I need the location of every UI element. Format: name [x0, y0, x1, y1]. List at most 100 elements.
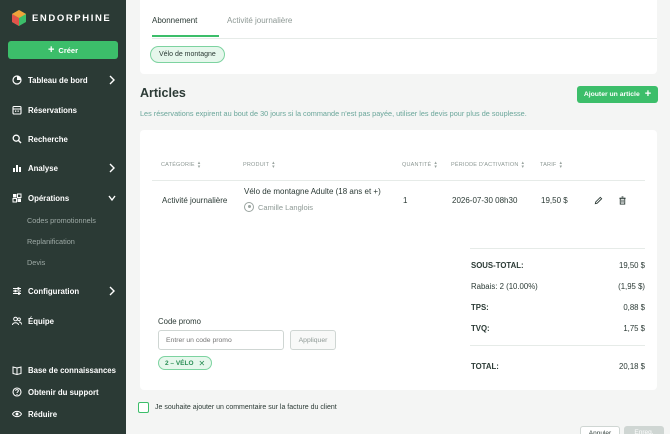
- brand-logo[interactable]: ENDORPHINE: [12, 10, 111, 26]
- tps-value: 0,88 $: [623, 303, 645, 312]
- subtotal-value: 19,50 $: [618, 261, 645, 270]
- column-header-product[interactable]: PRODUIT ▴ ▾: [243, 160, 275, 170]
- plus-icon: +: [644, 88, 652, 100]
- sidebar-item-dashboard[interactable]: Tableau de bord: [0, 71, 126, 89]
- sort-icon: ▴ ▾: [434, 160, 438, 170]
- tvq-label: TVQ:: [471, 324, 490, 333]
- sidebar-item-collapse[interactable]: Réduire: [0, 405, 126, 423]
- total-value: 20,18 $: [618, 362, 645, 371]
- expiration-info: Les réservations expirent au bout de 30 …: [140, 109, 527, 118]
- tvq-value: 1,75 $: [623, 324, 645, 333]
- sidebar-item-label: Tableau de bord: [28, 75, 88, 85]
- column-header-quantity[interactable]: QUANTITÉ ▴ ▾: [402, 160, 438, 170]
- sliders-icon: [13, 287, 21, 295]
- comment-label: Je souhaite ajouter un commentaire sur l…: [155, 404, 337, 411]
- sort-icon: ▴ ▾: [521, 160, 525, 170]
- create-button[interactable]: + Créer: [8, 41, 118, 59]
- tab-daily-activity[interactable]: Activité journalière: [227, 16, 292, 25]
- add-article-button[interactable]: Ajouter un article +: [577, 86, 658, 103]
- sidebar-item-reservations[interactable]: Réservations: [0, 101, 126, 119]
- chevron-right-icon: [109, 163, 115, 173]
- eye-icon: [12, 410, 22, 418]
- sidebar-subitem-rescheduling[interactable]: Replanification: [27, 237, 75, 246]
- sidebar-item-analyse[interactable]: Analyse: [0, 159, 126, 177]
- sidebar-item-label: Analyse: [28, 163, 58, 173]
- sort-icon: ▴ ▾: [197, 160, 201, 170]
- sidebar-item-label: Base de connaissances: [28, 365, 116, 375]
- user-icon: [244, 202, 254, 212]
- applied-promo-chip: 2 – VÉLO ✕: [158, 356, 213, 370]
- sidebar-item-team[interactable]: Équipe: [0, 312, 126, 330]
- sidebar-item-configuration[interactable]: Configuration: [0, 282, 126, 300]
- book-icon: [12, 366, 22, 375]
- sidebar-item-operations[interactable]: Opérations: [0, 189, 126, 207]
- sort-icon: ▴ ▾: [272, 160, 275, 170]
- dashboard-icon: [12, 75, 22, 85]
- sidebar-item-label: Opérations: [28, 193, 70, 203]
- create-label: Créer: [58, 45, 79, 55]
- comment-checkbox[interactable]: [138, 402, 149, 413]
- save-button[interactable]: Enreg.: [624, 426, 664, 434]
- header-divider: [152, 180, 645, 181]
- brand-name: ENDORPHINE: [32, 12, 112, 24]
- tab-divider: [152, 38, 657, 39]
- articles-title: Articles: [140, 86, 186, 100]
- column-header-category[interactable]: CATÉGORIE ▴ ▾: [161, 160, 201, 170]
- tps-label: TPS:: [471, 303, 489, 312]
- calendar-icon: [12, 105, 22, 115]
- discount-value: (1,95 $): [618, 282, 645, 291]
- trash-icon[interactable]: [618, 196, 627, 205]
- team-icon: [12, 316, 22, 326]
- sidebar-subitem-quotes[interactable]: Devis: [27, 258, 45, 267]
- sidebar-item-label: Configuration: [28, 286, 80, 296]
- add-article-label: Ajouter un article: [583, 91, 640, 98]
- sort-icon: ▴ ▾: [559, 160, 563, 170]
- promo-code-input[interactable]: [158, 330, 284, 350]
- search-icon: [12, 134, 22, 144]
- sidebar-item-knowledge-base[interactable]: Base de connaissances: [0, 361, 126, 379]
- close-icon[interactable]: ✕: [199, 359, 206, 368]
- plus-icon: +: [47, 43, 55, 56]
- sidebar-item-label: Obtenir du support: [28, 387, 99, 397]
- sidebar-item-label: Recherche: [28, 134, 68, 144]
- chevron-right-icon: [109, 75, 115, 85]
- sidebar-item-label: Réservations: [28, 105, 77, 115]
- sidebar-item-label: Réduire: [28, 409, 58, 419]
- row-rate: 19,50 $: [541, 196, 568, 205]
- operations-icon: [12, 193, 22, 203]
- discount-label: Rabais: 2 (10.00%): [471, 282, 538, 291]
- sidebar-item-label: Équipe: [28, 316, 54, 326]
- product-chip[interactable]: Vélo de montagne: [150, 46, 225, 63]
- sidebar-item-support[interactable]: Obtenir du support: [0, 383, 126, 401]
- row-product: Vélo de montagne Adulte (18 ans et +): [244, 187, 381, 196]
- subtotal-label: SOUS-TOTAL:: [471, 261, 524, 270]
- column-header-rate[interactable]: TARIF ▴ ▾: [540, 160, 563, 170]
- row-participant-name: Camille Langlois: [258, 202, 314, 212]
- sidebar-subitem-promo-codes[interactable]: Codes promotionnels: [27, 216, 96, 225]
- summary-divider: [470, 248, 645, 249]
- endorphine-logo-icon: [12, 10, 26, 26]
- product-type-card: Abonnement Activité journalière Vélo de …: [140, 0, 657, 74]
- articles-card: CATÉGORIE ▴ ▾ PRODUIT ▴ ▾ QUANTITÉ ▴ ▾ PÉRI…: [140, 130, 657, 390]
- total-label: TOTAL:: [471, 362, 499, 371]
- help-icon: [12, 387, 22, 397]
- column-header-period[interactable]: PÉRIODE D'ACTIVATION ▴ ▾: [451, 160, 525, 170]
- applied-promo-code: 2 – VÉLO: [165, 359, 194, 367]
- invoice-comment-option[interactable]: Je souhaite ajouter un commentaire sur l…: [138, 402, 337, 413]
- row-participant: Camille Langlois: [244, 202, 313, 212]
- total-divider: [470, 345, 645, 346]
- row-quantity: 1: [403, 196, 408, 205]
- row-period: 2026-07-30 08h30: [452, 196, 518, 205]
- promo-code-label: Code promo: [158, 317, 201, 326]
- cancel-button[interactable]: Annuler: [580, 426, 620, 434]
- apply-promo-button[interactable]: Appliquer: [290, 330, 336, 350]
- sidebar-item-search[interactable]: Recherche: [0, 130, 126, 148]
- chevron-down-icon: [108, 195, 116, 202]
- tab-subscription[interactable]: Abonnement: [152, 16, 197, 25]
- sidebar: ENDORPHINE + Créer Tableau de bord Réser…: [0, 0, 126, 434]
- edit-icon[interactable]: [594, 196, 603, 205]
- active-tab-indicator: [152, 35, 219, 37]
- chevron-right-icon: [109, 286, 115, 296]
- chart-icon: [13, 165, 21, 172]
- row-category: Activité journalière: [162, 196, 228, 205]
